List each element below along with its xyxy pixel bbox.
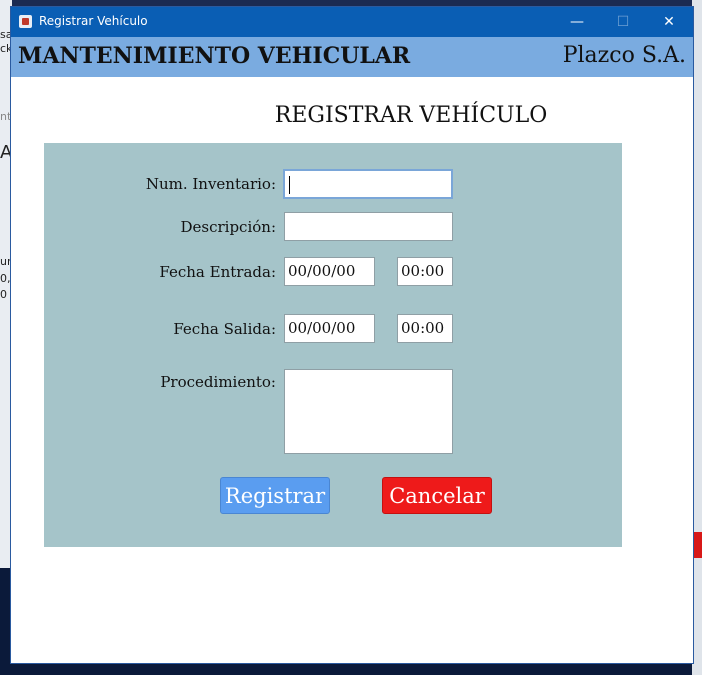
registrar-vehiculo-window: Registrar Vehículo — ☐ ✕ MANTENIMIENTO V… [10,6,694,664]
inventario-input[interactable] [283,169,453,199]
inventario-label: Num. Inventario: [145,175,276,193]
fecha-salida-input[interactable]: 00/00/00 [284,314,375,343]
close-icon[interactable]: ✕ [646,7,692,37]
cancelar-button[interactable]: Cancelar [382,477,492,514]
procedimiento-label: Procedimiento: [160,373,276,391]
fecha-entrada-input[interactable]: 00/00/00 [284,257,375,286]
company-name: Plazco S.A. [562,43,686,68]
app-header: MANTENIMIENTO VEHICULAR Plazco S.A. [11,37,693,77]
hora-entrada-input[interactable]: 00:00 [397,257,453,286]
text-caret [289,176,290,194]
minimize-icon[interactable]: — [554,7,600,37]
hora-salida-input[interactable]: 00:00 [397,314,453,343]
descripcion-input[interactable] [284,212,453,241]
java-app-icon [19,15,32,28]
registrar-button[interactable]: Registrar [220,477,330,514]
fecha-salida-label: Fecha Salida: [173,320,276,338]
form-title: REGISTRAR VEHÍCULO [274,103,548,128]
background-text: 0, [0,272,11,285]
form-panel: Num. Inventario: Descripción: Fecha Entr… [44,143,622,547]
background-text: 0 [0,288,7,301]
app-title: MANTENIMIENTO VEHICULAR [18,43,411,69]
procedimiento-textarea[interactable] [284,369,453,454]
window-title: Registrar Vehículo [39,14,148,28]
descripcion-label: Descripción: [180,218,276,236]
fecha-entrada-label: Fecha Entrada: [159,263,276,281]
maximize-icon[interactable]: ☐ [600,7,646,37]
title-bar[interactable]: Registrar Vehículo — ☐ ✕ [11,7,693,37]
form-title-row: REGISTRAR VEHÍCULO [11,103,693,128]
